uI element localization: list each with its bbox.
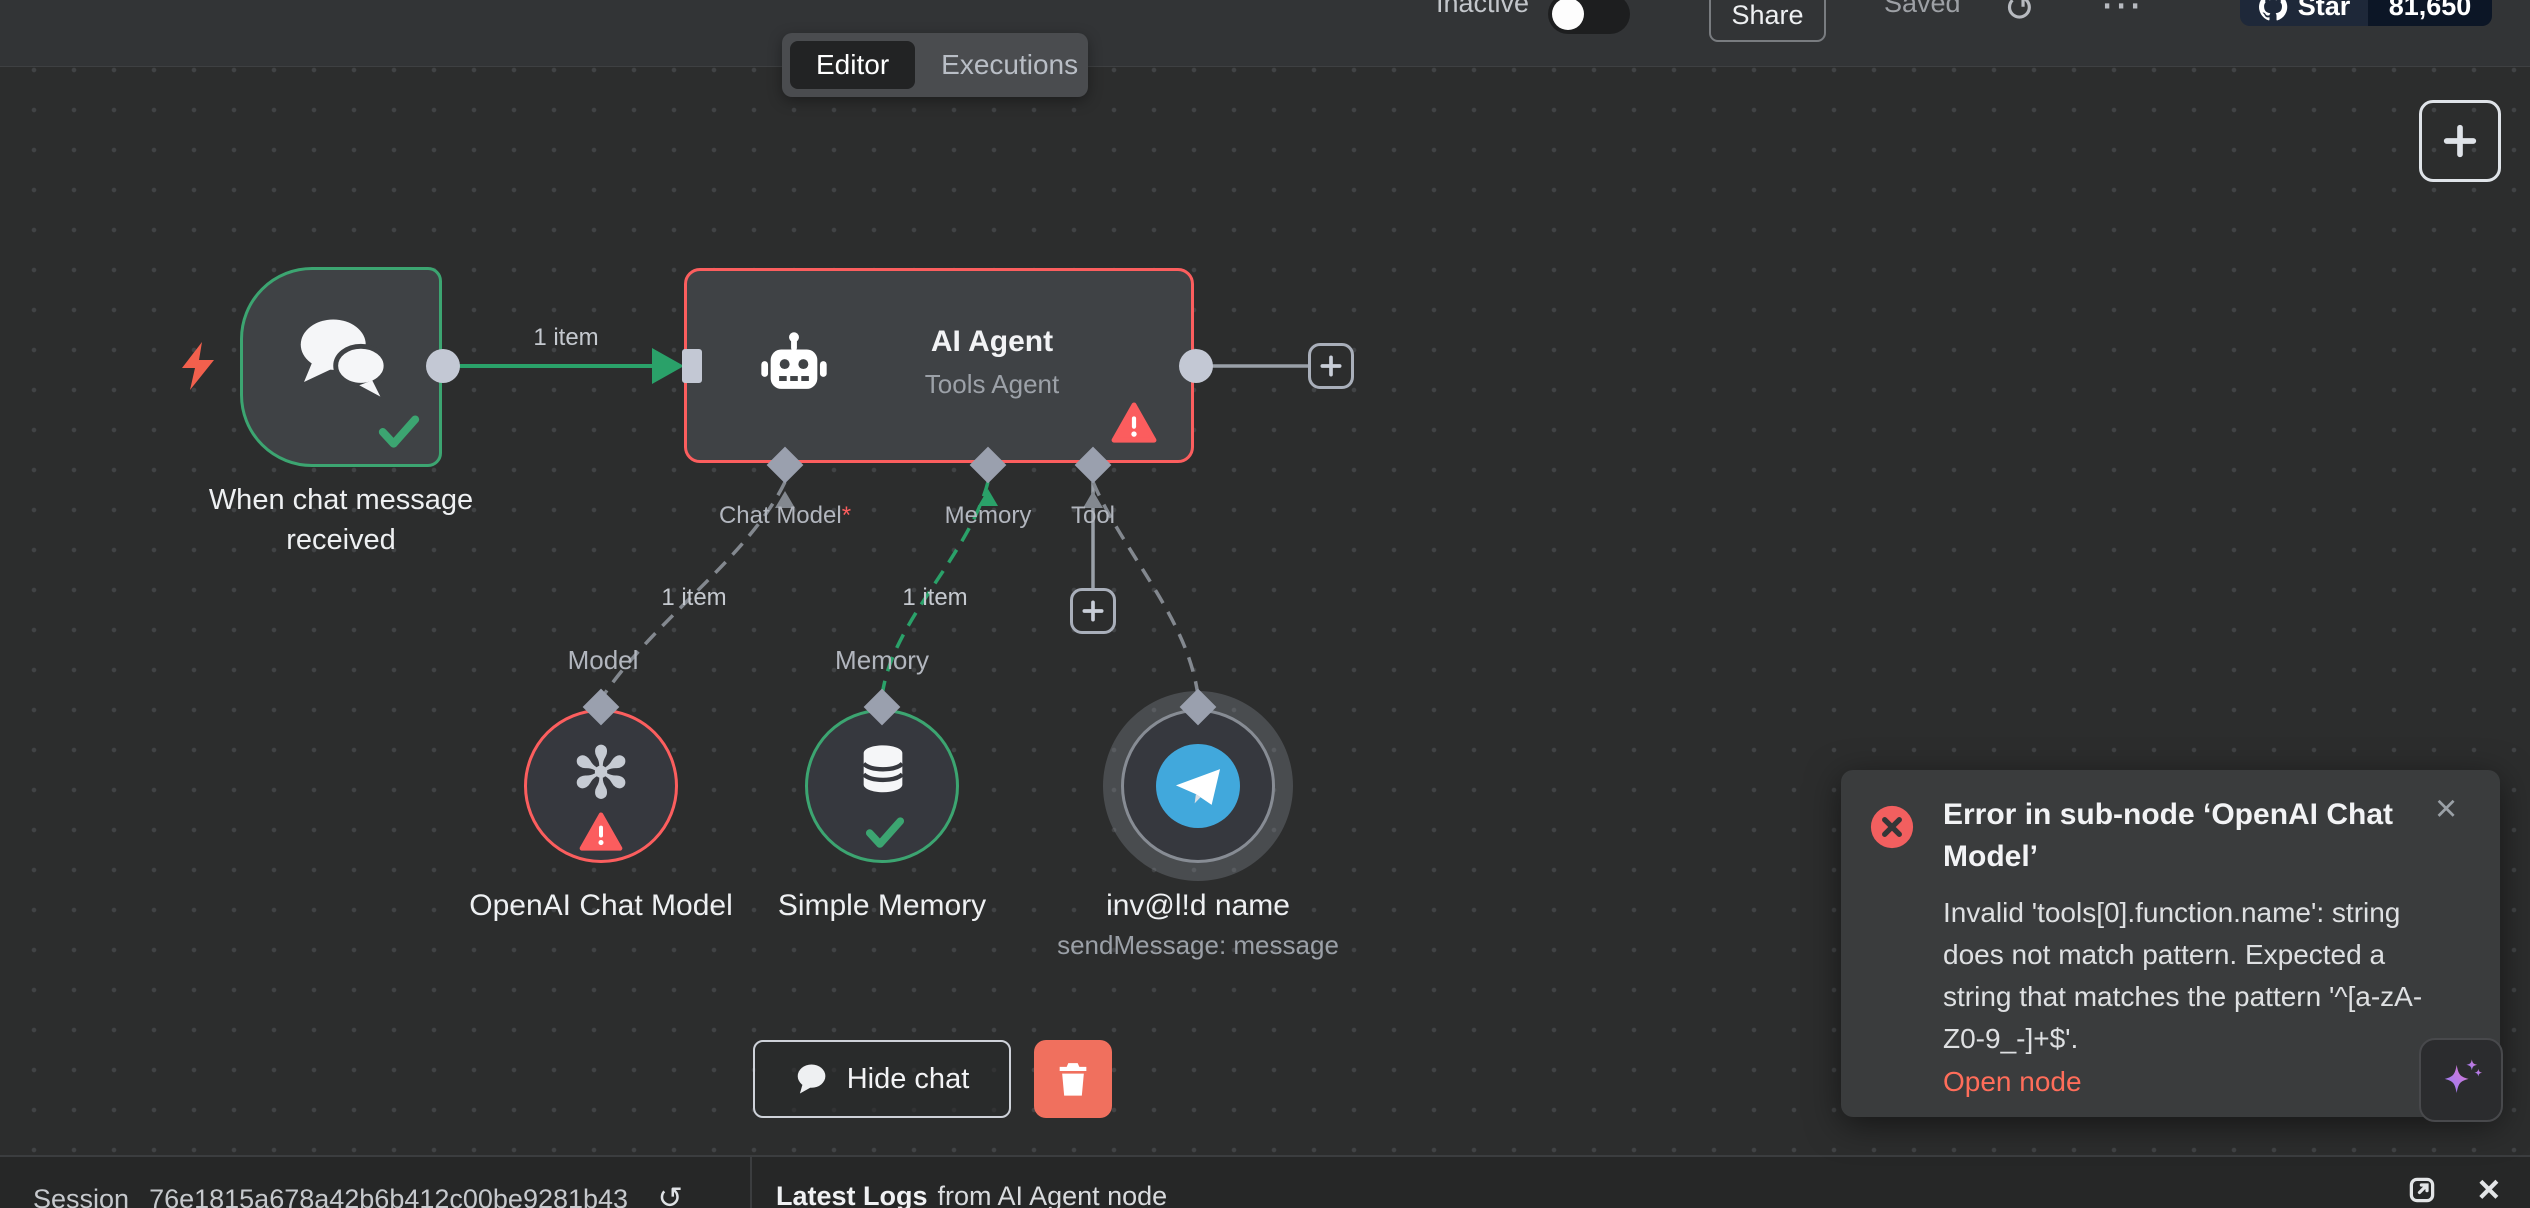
close-logs-icon[interactable]: × (2478, 1175, 2500, 1205)
session-info: Session76e1815a678a42b6b412c00be9281b43 … (33, 1181, 683, 1208)
github-star-widget[interactable]: Star 81,650 (2240, 0, 2492, 26)
openai-logo-icon: ✻ (527, 738, 675, 810)
share-button[interactable]: Share (1709, 0, 1826, 42)
node-telegram-tool[interactable] (1121, 709, 1275, 863)
ai-assistant-button[interactable] (2419, 1038, 2503, 1122)
trigger-output-port[interactable] (426, 349, 460, 383)
history-icon[interactable]: ↺ (2004, 0, 2036, 31)
clear-chat-button[interactable] (1034, 1040, 1112, 1118)
model-subnode-port-label: Model (523, 645, 683, 676)
error-toast: Error in sub-node ‘OpenAI Chat Model’ × … (1841, 770, 2500, 1117)
agent-output-port[interactable] (1179, 349, 1213, 383)
toast-message: Invalid 'tools[0].function.name': string… (1943, 892, 2451, 1060)
error-icon (1869, 804, 1915, 850)
model-connection-count: 1 item (644, 584, 744, 612)
agent-subtitle: Tools Agent (847, 369, 1137, 400)
toggle-knob (1552, 0, 1584, 30)
n8n-workflow-editor: Inactive Share Saved ↺ ⋯ Star 81,650 Edi… (0, 0, 2530, 1208)
chat-trigger-icon (291, 312, 395, 400)
node-ai-agent[interactable]: AI Agent Tools Agent (684, 268, 1194, 463)
memory-connection-count: 1 item (885, 584, 985, 612)
github-icon (2258, 0, 2288, 22)
telegram-icon (1156, 744, 1240, 828)
node-openai-chat-model[interactable]: ✻ (524, 709, 678, 863)
trigger-bolt-icon (174, 340, 222, 392)
agent-chat-model-port-label: Chat Model* (685, 502, 885, 530)
more-options-icon[interactable]: ⋯ (2100, 0, 2142, 29)
warning-icon (1111, 402, 1157, 444)
memory-subnode-port-label: Memory (802, 645, 962, 676)
connection-item-count: 1 item (516, 324, 616, 352)
divider (750, 1157, 752, 1208)
openai-node-label: OpenAI Chat Model (441, 886, 761, 926)
agent-input-port[interactable] (682, 349, 702, 383)
node-simple-memory[interactable] (805, 709, 959, 863)
github-star-button[interactable]: Star (2240, 0, 2368, 26)
telegram-node-subtitle: sendMessage: message (1038, 930, 1358, 961)
add-tool-button[interactable] (1070, 588, 1116, 634)
sparkle-icon (2435, 1054, 2487, 1106)
tab-executions[interactable]: Executions (915, 41, 1104, 89)
saved-status: Saved (1884, 0, 1961, 19)
toast-title: Error in sub-node ‘OpenAI Chat Model’ (1943, 794, 2429, 878)
agent-tool-port-label: Tool (1043, 502, 1143, 530)
hide-chat-button[interactable]: Hide chat (753, 1040, 1011, 1118)
active-toggle[interactable] (1548, 0, 1630, 34)
open-node-link[interactable]: Open node (1943, 1066, 2082, 1098)
plus-icon (1318, 353, 1344, 379)
session-id: 76e1815a678a42b6b412c00be9281b43 (149, 1184, 628, 1208)
memory-node-label: Simple Memory (722, 886, 1042, 926)
wire-arrowhead (652, 348, 684, 384)
plus-icon (2440, 121, 2480, 161)
plus-icon (1080, 598, 1106, 624)
trash-icon (1053, 1058, 1093, 1100)
chat-bubble-icon (795, 1063, 831, 1095)
success-check-icon (377, 414, 421, 450)
warning-icon (579, 812, 623, 852)
editor-executions-tabs: Editor Executions (782, 33, 1088, 97)
agent-title: AI Agent (847, 325, 1137, 359)
telegram-node-label: inv@l!d name (1038, 886, 1358, 926)
robot-icon (759, 331, 829, 403)
logs-panel-header: Session76e1815a678a42b6b412c00be9281b43 … (0, 1155, 2530, 1208)
top-header-bar: Inactive Share Saved ↺ ⋯ Star 81,650 (0, 0, 2530, 67)
success-check-icon (864, 816, 906, 850)
inactive-label: Inactive (1436, 0, 1529, 19)
pop-out-icon[interactable] (2406, 1175, 2438, 1205)
tab-editor[interactable]: Editor (790, 41, 915, 89)
star-label: Star (2298, 0, 2351, 22)
required-asterisk: * (842, 502, 851, 529)
add-node-button[interactable] (2419, 100, 2501, 182)
trigger-node-label: When chat message received (181, 480, 501, 560)
github-star-count[interactable]: 81,650 (2368, 0, 2492, 26)
latest-logs-title: Latest Logsfrom AI Agent node (776, 1181, 1167, 1208)
agent-output-add-button[interactable] (1308, 343, 1354, 389)
toast-close-icon[interactable]: × (2435, 790, 2457, 828)
node-when-chat-message-received[interactable] (240, 267, 442, 467)
database-icon (854, 738, 912, 802)
session-reset-icon[interactable]: ↺ (658, 1182, 683, 1208)
